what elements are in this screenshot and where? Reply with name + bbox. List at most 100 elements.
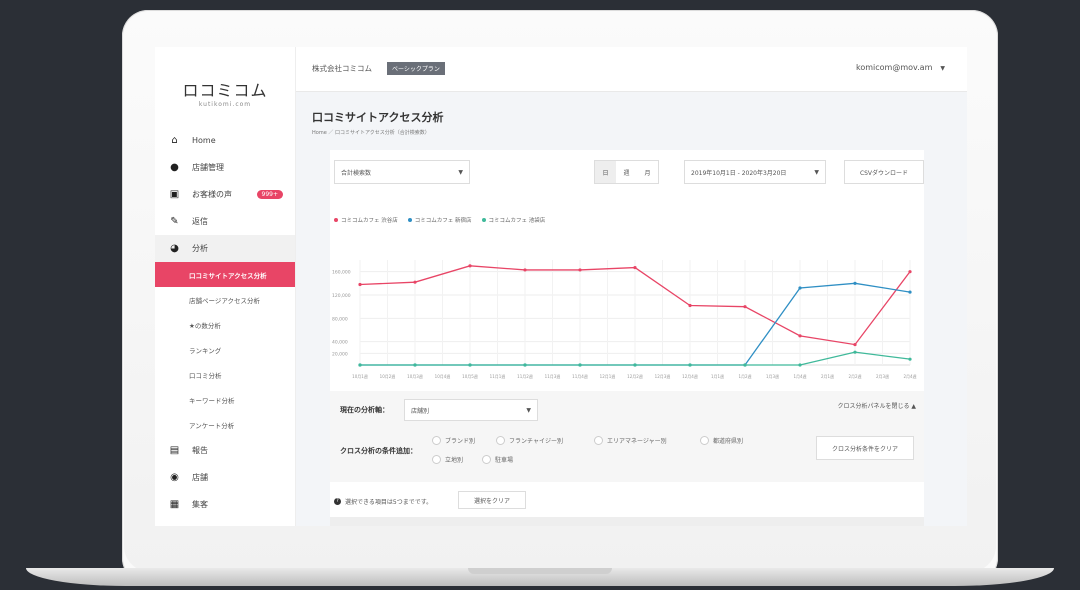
data-point [633, 265, 637, 270]
sidebar-sub-review-site-access[interactable]: 口コミサイトアクセス分析 [155, 262, 295, 287]
y-tick-label: 80,000 [332, 316, 348, 322]
sidebar-item-reply[interactable]: ✎ 返信 [155, 208, 295, 235]
sidebar-item-label: 店舗管理 [192, 163, 224, 172]
radio-icon [496, 436, 505, 445]
date-range-select[interactable]: 2019年10月1日 - 2020年3月20日 ▼ [684, 160, 826, 184]
option-label: 都道府県別 [713, 438, 744, 445]
caret-down-icon: ▼ [458, 168, 463, 176]
sidebar-item-analysis[interactable]: ◕ 分析 [155, 235, 295, 262]
condition-label: クロス分析の条件追加： [340, 447, 417, 455]
company-name: 株式会社コミコム [312, 64, 372, 73]
plan-badge: ベーシックプラン [387, 62, 445, 75]
x-tick-label: 11月2週 [517, 373, 533, 379]
axis-value: 店舗別 [411, 407, 430, 415]
user-menu[interactable]: komicom@mov.am ▼ [856, 63, 945, 72]
data-point [688, 363, 692, 367]
breadcrumb[interactable]: Home ／ 口コミサイトアクセス分析（合計検索数） [312, 129, 430, 136]
y-tick-label: 160,000 [332, 270, 351, 276]
data-point [413, 280, 417, 284]
caret-down-icon: ▼ [814, 168, 819, 176]
x-tick-label: 2月4週 [903, 373, 916, 379]
x-tick-label: 2月2週 [848, 373, 861, 379]
sidebar-item-shop[interactable]: ◉ 店舗 [155, 464, 295, 491]
option-franchisee[interactable]: フランチャイジー別 [496, 436, 563, 445]
home-icon: ⌂ [171, 135, 178, 146]
sidebar-item-home[interactable]: ⌂ Home [155, 127, 295, 154]
sidebar-item-voice[interactable]: ▣ お客様の声 999+ [155, 181, 295, 208]
clear-cross-button[interactable]: クロス分析条件をクリア [816, 436, 914, 460]
legend-label: コミコムカフェ 新宿店 [414, 218, 472, 224]
data-point [413, 363, 417, 367]
axis-select[interactable]: 店舗別 ▼ [404, 399, 538, 421]
sidebar-sub-survey[interactable]: アンケート分析 [155, 412, 295, 437]
edit-icon: ✎ [170, 216, 179, 227]
access-line-chart: 160,000 120,000 80,000 40,000 20,000 10月1週 10月… [332, 260, 917, 379]
data-point [633, 363, 637, 367]
sidebar-sub-star-count[interactable]: ★の数分析 [155, 312, 295, 337]
legend-dot [407, 218, 412, 222]
date-range-value: 2019年10月1日 - 2020年3月20日 [691, 169, 787, 177]
x-tick-label: 10月4週 [435, 373, 451, 379]
legend-item[interactable]: コミコムカフェ 渋谷店 [334, 216, 398, 224]
x-tick-label: 11月4週 [572, 373, 588, 379]
period-day[interactable]: 日 [595, 161, 616, 183]
page-title: 口コミサイトアクセス分析 [312, 111, 444, 124]
sidebar-item-label: 分析 [192, 244, 208, 253]
option-parking[interactable]: 駐車場 [482, 455, 513, 464]
data-point [358, 282, 362, 287]
app-screen: ロコミコム kutikomi.com ⌂ Home ● 店舗管理 ▣ お客様の声 999… [155, 47, 967, 526]
data-point [798, 363, 802, 367]
legend-item[interactable]: コミコムカフェ 池袋店 [481, 216, 545, 224]
period-week[interactable]: 週 [616, 161, 637, 183]
option-area-manager[interactable]: エリアマネージャー別 [594, 436, 667, 445]
data-point [688, 303, 692, 308]
data-point [468, 363, 472, 367]
data-point [358, 363, 362, 367]
analysis-panel: 合計検索数 ▼ 日 週 月 2019年10月1日 - 2020年3月20日 ▼ CS… [330, 150, 924, 526]
x-tick-label: 12月2週 [627, 373, 643, 379]
y-tick-label: 40,000 [332, 340, 348, 346]
option-prefecture[interactable]: 都道府県別 [700, 436, 743, 445]
x-tick-label: 10月2週 [380, 373, 396, 379]
caret-down-icon: ▼ [940, 65, 945, 72]
sidebar-item-report[interactable]: ▤ 報告 [155, 437, 295, 464]
option-label: 駐車場 [495, 457, 514, 464]
csv-download-button[interactable]: CSVダウンロード [844, 160, 924, 184]
axis-label: 現在の分析軸： [340, 406, 389, 414]
clear-selection-button[interactable]: 選択をクリア [458, 491, 526, 509]
voice-icon: ▣ [169, 189, 180, 200]
sidebar-item-label: 報告 [192, 446, 208, 455]
close-panel-link[interactable]: クロス分析パネルを閉じる ▲ [837, 401, 916, 410]
sidebar-sub-keyword[interactable]: キーワード分析 [155, 387, 295, 412]
option-label: ブランド別 [445, 438, 476, 445]
metric-select[interactable]: 合計検索数 ▼ [334, 160, 470, 184]
legend-item[interactable]: コミコムカフェ 新宿店 [407, 216, 472, 224]
sidebar-sub-store-page-access[interactable]: 店舗ページアクセス分析 [155, 287, 295, 312]
sidebar-sub-ranking[interactable]: ランキング [155, 337, 295, 362]
sidebar-item-attract[interactable]: ▦ 集客 [155, 491, 295, 518]
sidebar-item-store[interactable]: ● 店舗管理 [155, 154, 295, 181]
data-point [908, 290, 912, 294]
brand-logo[interactable]: ロコミコム kutikomi.com [155, 77, 295, 108]
notification-badge: 999+ [256, 190, 283, 199]
logo-sub: kutikomi.com [198, 101, 252, 108]
top-bar: 株式会社コミコム ベーシックプラン komicom@mov.am ▼ [296, 47, 967, 92]
radio-icon [594, 436, 603, 445]
data-point [908, 357, 912, 361]
location-icon: ◉ [170, 472, 179, 483]
y-tick-label: 120,000 [332, 293, 351, 299]
x-tick-label: 11月3週 [545, 373, 561, 379]
x-tick-label: 10月5週 [462, 373, 478, 379]
logo-mark: ロコミコム [182, 81, 268, 100]
data-point [523, 268, 527, 272]
radio-icon [432, 436, 441, 445]
sidebar-sub-review-analysis[interactable]: 口コミ分析 [155, 362, 295, 387]
x-tick-label: 11月1週 [490, 373, 506, 379]
grid-icon: ▦ [169, 499, 180, 510]
option-location[interactable]: 立地別 [432, 455, 463, 464]
data-point [853, 350, 857, 354]
period-month[interactable]: 月 [637, 161, 658, 183]
period-toggle: 日 週 月 [594, 160, 659, 184]
option-brand[interactable]: ブランド別 [432, 436, 475, 445]
x-tick-label: 12月3週 [655, 373, 671, 379]
